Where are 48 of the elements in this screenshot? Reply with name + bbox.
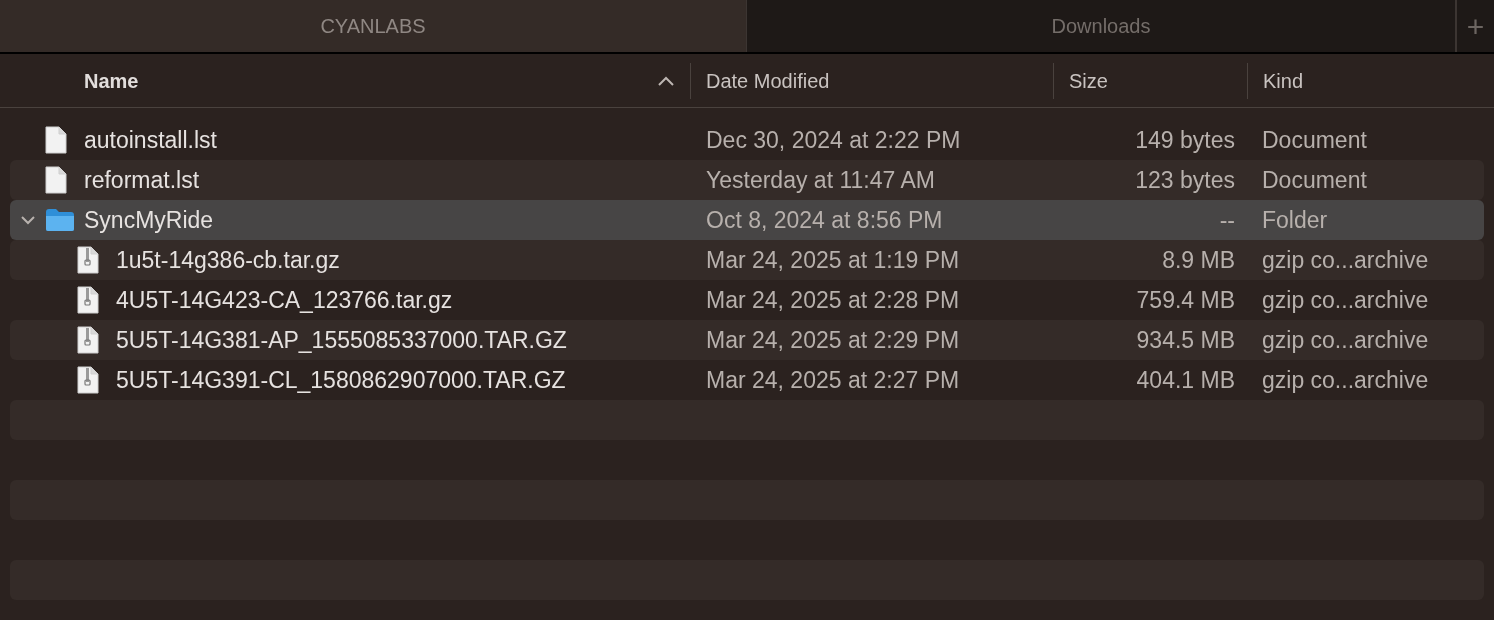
file-size: 934.5 MB	[1136, 325, 1235, 355]
archive-file-icon	[77, 366, 99, 394]
document-icon	[45, 166, 67, 194]
file-row[interactable]: 5U5T-14G391-CL_1580862907000.TAR.GZ Mar 24, 2025 at 2:27 PM 404.1 MB gzip co...archive	[10, 360, 1484, 400]
archive-file-icon	[77, 286, 99, 314]
date-modified: Oct 8, 2024 at 8:56 PM	[705, 205, 944, 235]
file-name: autoinstall.lst	[84, 125, 217, 155]
file-kind: Document	[1261, 165, 1367, 195]
folder-icon	[45, 208, 75, 232]
file-row[interactable]: 4U5T-14G423-CA_123766.tar.gz Mar 24, 2025 at 2:28 PM 759.4 MB gzip co...archive	[10, 280, 1484, 320]
date-modified: Yesterday at 11:47 AM	[705, 165, 936, 195]
date-modified: Mar 24, 2025 at 2:29 PM	[705, 325, 961, 355]
archive-file-icon	[77, 326, 99, 354]
file-size: 759.4 MB	[1136, 285, 1235, 315]
file-row[interactable]: autoinstall.lst Dec 30, 2024 at 2:22 PM 149 bytes Document	[10, 120, 1484, 160]
file-name: 5U5T-14G381-AP_1555085337000.TAR.GZ	[116, 325, 567, 355]
file-kind: gzip co...archive	[1261, 245, 1429, 275]
archive-file-icon	[77, 246, 99, 274]
file-size: 149 bytes	[1135, 125, 1235, 155]
document-icon	[45, 126, 67, 154]
file-size: 8.9 MB	[1162, 245, 1235, 275]
file-row[interactable]: reformat.lst Yesterday at 11:47 AM 123 bytes Document	[10, 160, 1484, 200]
file-row[interactable]: 1u5t-14g386-cb.tar.gz Mar 24, 2025 at 1:19 PM 8.9 MB gzip co...archive	[10, 240, 1484, 280]
file-name: reformat.lst	[84, 165, 200, 195]
file-size: --	[1219, 205, 1235, 235]
column-header[interactable]: Size	[1053, 62, 1247, 99]
file-size: 404.1 MB	[1136, 365, 1235, 395]
date-modified: Mar 24, 2025 at 2:28 PM	[705, 285, 961, 315]
file-kind: gzip co...archive	[1261, 285, 1429, 315]
sort-chevron-icon	[658, 75, 674, 86]
file-name: 5U5T-14G391-CL_1580862907000.TAR.GZ	[116, 365, 566, 395]
file-kind: gzip co...archive	[1261, 365, 1429, 395]
file-kind: gzip co...archive	[1261, 325, 1429, 355]
file-size: 123 bytes	[1135, 165, 1235, 195]
file-name: 4U5T-14G423-CA_123766.tar.gz	[116, 285, 453, 315]
file-row[interactable]: 5U5T-14G381-AP_1555085337000.TAR.GZ Mar 24, 2025 at 2:29 PM 934.5 MB gzip co...archive	[10, 320, 1484, 360]
file-name: SyncMyRide	[84, 205, 214, 235]
date-modified: Dec 30, 2024 at 2:22 PM	[705, 125, 962, 155]
column-header[interactable]: Name	[0, 62, 690, 99]
column-header[interactable]: Date Modified	[690, 62, 1053, 99]
column-header[interactable]: Kind	[1247, 62, 1494, 99]
file-kind: Folder	[1261, 205, 1328, 235]
file-name: 1u5t-14g386-cb.tar.gz	[116, 245, 340, 275]
date-modified: Mar 24, 2025 at 2:27 PM	[705, 365, 961, 395]
date-modified: Mar 24, 2025 at 1:19 PM	[705, 245, 961, 275]
file-row[interactable]: SyncMyRide Oct 8, 2024 at 8:56 PM -- Folder	[10, 200, 1484, 240]
file-kind: Document	[1261, 125, 1367, 155]
tab[interactable]: CYANLABS	[0, 0, 747, 52]
